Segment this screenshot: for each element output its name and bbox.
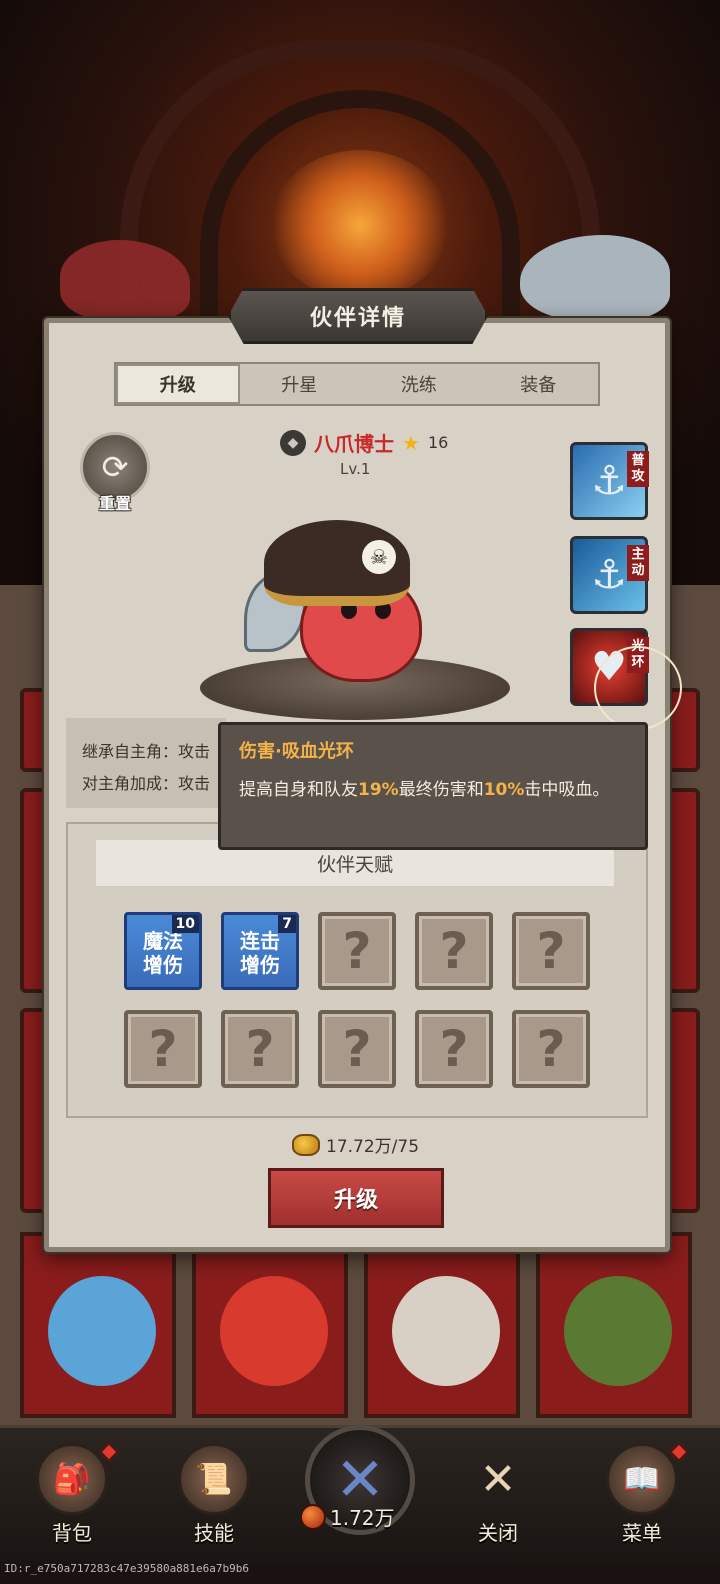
talent-slot-locked[interactable]: ?	[512, 912, 590, 990]
skill-tag: 主动	[627, 545, 649, 581]
notification-dot	[99, 1442, 119, 1462]
tooltip-title: 伤害·吸血光环	[239, 741, 354, 762]
close-icon: ✕	[479, 1453, 517, 1505]
upgrade-button[interactable]: 升级	[268, 1168, 444, 1228]
talent-slot-locked[interactable]: ?	[318, 1010, 396, 1088]
shield-icon: ◆	[280, 429, 306, 456]
upgrade-cost: 17.72万/75	[292, 1132, 419, 1157]
nav-skills[interactable]: 📜 技能	[164, 1443, 264, 1546]
talent-slot-locked[interactable]: ?	[318, 912, 396, 990]
tab-star-up[interactable]: 升星	[240, 364, 360, 404]
partner-card-bg	[668, 1008, 700, 1213]
talent-slot-locked[interactable]: ?	[124, 1010, 202, 1088]
talent-slot[interactable]: 连击 增伤 7	[221, 912, 299, 990]
partner-level: Lv.1	[340, 460, 371, 478]
shark-partner-icon	[48, 1276, 156, 1386]
talent-label: 魔法 增伤	[143, 929, 183, 977]
talent-count: 10	[171, 915, 199, 933]
skeleton-partner-icon	[392, 1276, 500, 1386]
debug-id: ID:r_e750a717283c47e39580a881e6a7b9b6	[4, 1562, 250, 1575]
talent-slot-locked[interactable]: ?	[512, 1010, 590, 1088]
talent-slot-locked[interactable]: ?	[415, 1010, 493, 1088]
skill-active[interactable]: ⚓ 主动	[570, 536, 649, 614]
selected-skill-ring	[594, 646, 682, 730]
tooltip-body: 提高自身和队友19%最终伤害和10%击中吸血。	[239, 780, 610, 800]
notification-dot	[669, 1442, 689, 1462]
nav-menu[interactable]: 📖 菜单	[592, 1442, 692, 1546]
treant-partner-icon	[564, 1276, 672, 1386]
talent-label: 连击 增伤	[240, 929, 280, 977]
backpack-icon: 🎒	[36, 1442, 119, 1515]
fire-orb-icon	[300, 1503, 326, 1530]
nav-close[interactable]: ✕ 关闭	[448, 1443, 548, 1546]
partner-card[interactable]	[364, 1232, 520, 1418]
partner-card-row	[0, 1232, 720, 1422]
star-count: 16	[427, 433, 449, 452]
reset-label: 重置	[98, 494, 131, 513]
partner-name-row: ◆ 八爪博士 ★ 16	[280, 428, 448, 457]
talent-slot-locked[interactable]: ?	[221, 1010, 299, 1088]
talent-count: 7	[278, 915, 296, 933]
partner-name: 八爪博士	[314, 432, 394, 456]
currency-display: 1.72万	[300, 1502, 395, 1531]
book-icon: 📖	[606, 1442, 689, 1515]
modal-title: 伙伴详情	[228, 288, 488, 344]
inherit-line-1: 继承自主角：攻击	[82, 742, 211, 761]
skill-tag: 普攻	[627, 451, 649, 487]
skill-tooltip: 伤害·吸血光环 提高自身和队友19%最终伤害和10%击中吸血。	[218, 722, 648, 850]
star-icon: ★	[402, 430, 420, 455]
reset-button[interactable]: ⟳ 重置	[78, 432, 152, 514]
crab-partner-icon	[220, 1276, 328, 1386]
tab-equipment[interactable]: 装备	[479, 364, 599, 404]
nav-backpack[interactable]: 🎒 背包	[22, 1442, 122, 1546]
talent-slot-locked[interactable]: ?	[415, 912, 493, 990]
portal-glow	[270, 150, 450, 300]
currency-amount: 1.72万	[330, 1506, 395, 1530]
talent-slot[interactable]: 魔法 增伤 10	[124, 912, 202, 990]
cost-text: 17.72万/75	[326, 1137, 420, 1157]
skill-normal-attack[interactable]: ⚓ 普攻	[570, 442, 649, 520]
partner-card[interactable]	[536, 1232, 692, 1418]
partner-card[interactable]	[192, 1232, 348, 1418]
inherit-panel	[66, 718, 226, 808]
inherit-line-2: 对主角加成：攻击	[82, 774, 211, 793]
partner-card[interactable]	[20, 1232, 176, 1418]
tab-refine[interactable]: 洗练	[359, 364, 479, 404]
scroll-icon: 📜	[178, 1443, 250, 1515]
skull-icon: ☠	[362, 540, 396, 574]
tab-bar: 升级 升星 洗练 装备	[114, 362, 600, 406]
partner-card-bg	[668, 788, 700, 993]
tab-upgrade[interactable]: 升级	[116, 364, 240, 404]
gold-coin-icon	[292, 1133, 320, 1156]
